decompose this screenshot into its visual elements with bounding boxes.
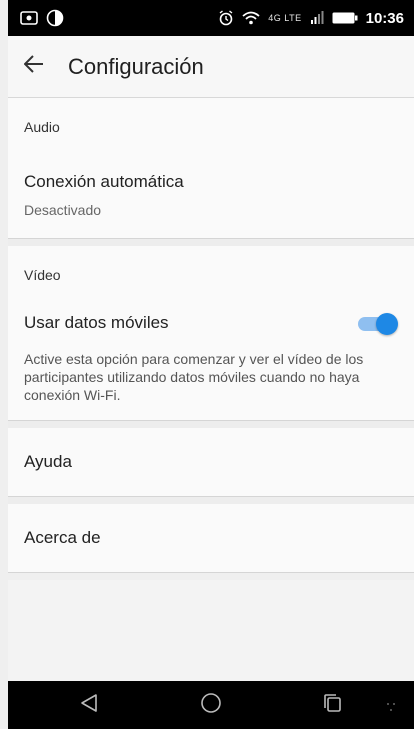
auto-connect-value: Desactivado	[24, 202, 102, 218]
section-divider	[8, 420, 414, 428]
toggle-thumb	[376, 313, 398, 335]
arrow-left-icon	[23, 55, 44, 78]
screenshot-icon	[20, 11, 38, 25]
nav-home-button[interactable]	[191, 689, 231, 721]
mobile-data-toggle[interactable]	[354, 313, 398, 335]
audio-section-header: Audio	[24, 119, 60, 135]
alarm-icon	[218, 10, 234, 26]
mobile-data-title: Usar datos móviles	[24, 313, 169, 332]
settings-list: Audio Conexión automática Desactivado Ví…	[8, 98, 414, 580]
nav-recents-button[interactable]	[313, 689, 353, 721]
mobile-data-setting[interactable]: Usar datos móviles Active esta opción pa…	[8, 308, 414, 420]
battery-icon	[332, 12, 358, 24]
status-bar-left	[20, 9, 64, 27]
section-divider	[8, 238, 414, 246]
video-section: Vídeo Usar datos móviles Active esta opc…	[8, 246, 414, 420]
network-type-label: 4G LTE	[268, 13, 302, 23]
about-item[interactable]: Acerca de	[8, 504, 414, 572]
moon-icon	[46, 9, 64, 27]
about-section: Acerca de	[8, 504, 414, 572]
home-circle-icon	[200, 692, 222, 719]
status-bar-right: 4G LTE 10:36	[218, 10, 404, 27]
signal-icon	[310, 11, 324, 25]
help-section: Ayuda	[8, 428, 414, 496]
status-bar: 4G LTE 10:36	[8, 0, 414, 36]
more-dots-icon	[386, 699, 396, 717]
auto-connect-title: Conexión automática	[24, 172, 184, 191]
back-button[interactable]	[8, 36, 60, 98]
video-section-header: Vídeo	[24, 267, 61, 283]
mobile-data-description: Active esta opción para comenzar y ver e…	[24, 351, 364, 403]
auto-connect-setting[interactable]: Conexión automática Desactivado	[8, 156, 414, 238]
section-divider	[8, 572, 414, 580]
phone-screen: 4G LTE 10:36 Configuración Audio Conexió…	[8, 0, 414, 729]
app-bar: Configuración	[8, 36, 414, 98]
audio-section: Audio Conexión automática Desactivado	[8, 98, 414, 238]
back-triangle-icon	[80, 693, 98, 718]
status-time: 10:36	[365, 9, 404, 27]
nav-back-button[interactable]	[69, 689, 109, 721]
navigation-bar	[8, 681, 414, 729]
section-divider	[8, 496, 414, 504]
help-item[interactable]: Ayuda	[8, 428, 414, 496]
mobile-data-row: Usar datos móviles	[24, 308, 398, 338]
wifi-icon	[242, 11, 260, 25]
recents-square-icon	[323, 693, 343, 718]
page-title: Configuración	[68, 53, 204, 79]
